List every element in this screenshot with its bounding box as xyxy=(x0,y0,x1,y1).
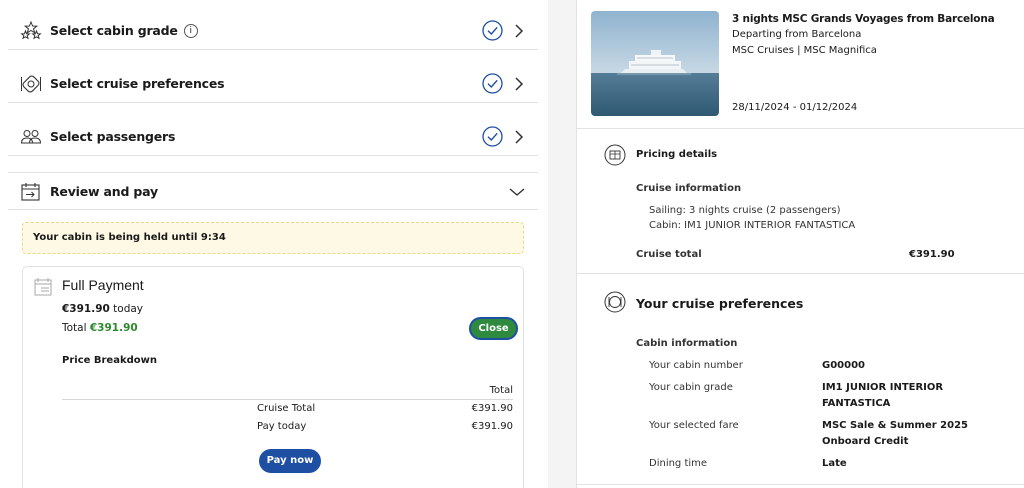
divider xyxy=(577,273,1024,274)
cruise-line-ship: MSC Cruises | MSC Magnifica xyxy=(732,45,877,56)
check-circle-icon xyxy=(482,126,503,147)
price-breakdown-title: Price Breakdown xyxy=(62,355,157,366)
full-payment-card: Full Payment €391.90 today Total €391.90… xyxy=(22,266,524,488)
amount-today: €391.90 today xyxy=(62,303,144,315)
booking-summary-panel: 3 nights MSC Grands Voyages from Barcelo… xyxy=(576,0,1024,488)
preference-label: Your cabin grade xyxy=(649,382,733,393)
cabin-hold-notice: Your cabin is being held until 9:34 xyxy=(22,222,524,254)
step-label: Select passengers xyxy=(50,129,176,144)
preference-value: MSC Sale & Summer 2025 Onboard Credit xyxy=(822,420,969,447)
divider xyxy=(577,484,1024,485)
chevron-right-icon[interactable] xyxy=(513,129,525,145)
cruise-ship-image xyxy=(591,11,719,116)
chevron-down-icon[interactable] xyxy=(508,184,526,200)
voyage-dates: 28/11/2024 - 01/12/2024 xyxy=(732,102,858,113)
breakdown-row-value: €391.90 xyxy=(471,421,513,432)
close-button[interactable]: Close xyxy=(469,317,518,340)
stars-icon xyxy=(20,21,42,40)
divider xyxy=(62,399,513,400)
preference-label: Dining time xyxy=(649,458,708,469)
step-label: Select cruise preferences xyxy=(50,76,225,91)
info-icon[interactable]: i xyxy=(183,24,198,39)
preference-label: Your cabin number xyxy=(649,360,743,371)
divider xyxy=(577,128,1024,129)
step-select-passengers[interactable]: Select passengers xyxy=(8,118,538,156)
preference-label: Your selected fare xyxy=(649,420,739,431)
breakdown-column-header: Total xyxy=(489,385,513,396)
preference-value: IM1 JUNIOR INTERIOR FANTASTICA xyxy=(822,382,944,409)
pricing-details-title: Pricing details xyxy=(636,149,718,160)
cruise-preferences-title: Your cruise preferences xyxy=(636,296,804,311)
calendar-icon xyxy=(21,183,40,201)
voyage-title: 3 nights MSC Grands Voyages from Barcelo… xyxy=(732,13,995,25)
check-circle-icon xyxy=(482,20,503,41)
breakdown-row-label: Pay today xyxy=(257,421,307,432)
chevron-right-icon[interactable] xyxy=(513,23,525,39)
pricing-icon xyxy=(604,144,626,166)
cabin-information-title: Cabin information xyxy=(636,338,738,349)
preference-value: Late xyxy=(822,458,847,469)
chevron-right-icon[interactable] xyxy=(513,76,525,92)
departure-port: Departing from Barcelona xyxy=(732,29,862,40)
cruise-information-title: Cruise information xyxy=(636,183,742,194)
pay-now-button[interactable]: Pay now xyxy=(259,449,321,473)
breakdown-row-label: Cruise Total xyxy=(257,403,316,414)
cabin-info: Cabin: IM1 JUNIOR INTERIOR FANTASTICA xyxy=(649,220,856,231)
step-label: Select cabin grade i xyxy=(50,23,198,39)
passengers-icon xyxy=(20,130,42,144)
dining-icon xyxy=(604,291,626,313)
step-label: Review and pay xyxy=(50,183,158,199)
dining-icon xyxy=(21,75,41,93)
cruise-total-label: Cruise total xyxy=(636,249,702,260)
preference-value: G00000 xyxy=(822,360,865,371)
checkout-page: Select cabin grade i Select cruise prefer… xyxy=(0,0,1024,488)
booking-steps-panel: Select cabin grade i Select cruise prefer… xyxy=(0,0,548,488)
step-select-cruise-preferences[interactable]: Select cruise preferences xyxy=(8,65,538,103)
step-review-and-pay[interactable]: Review and pay xyxy=(8,172,538,210)
total-amount: Total €391.90 xyxy=(62,322,138,334)
breakdown-row-value: €391.90 xyxy=(471,403,513,414)
step-select-cabin-grade[interactable]: Select cabin grade i xyxy=(8,12,538,50)
payment-plan-icon xyxy=(34,278,52,296)
check-circle-icon xyxy=(482,73,503,94)
cruise-total-value: €391.90 xyxy=(909,249,955,260)
payment-title: Full Payment xyxy=(62,277,144,293)
sailing-info: Sailing: 3 nights cruise (2 passengers) xyxy=(649,205,841,216)
